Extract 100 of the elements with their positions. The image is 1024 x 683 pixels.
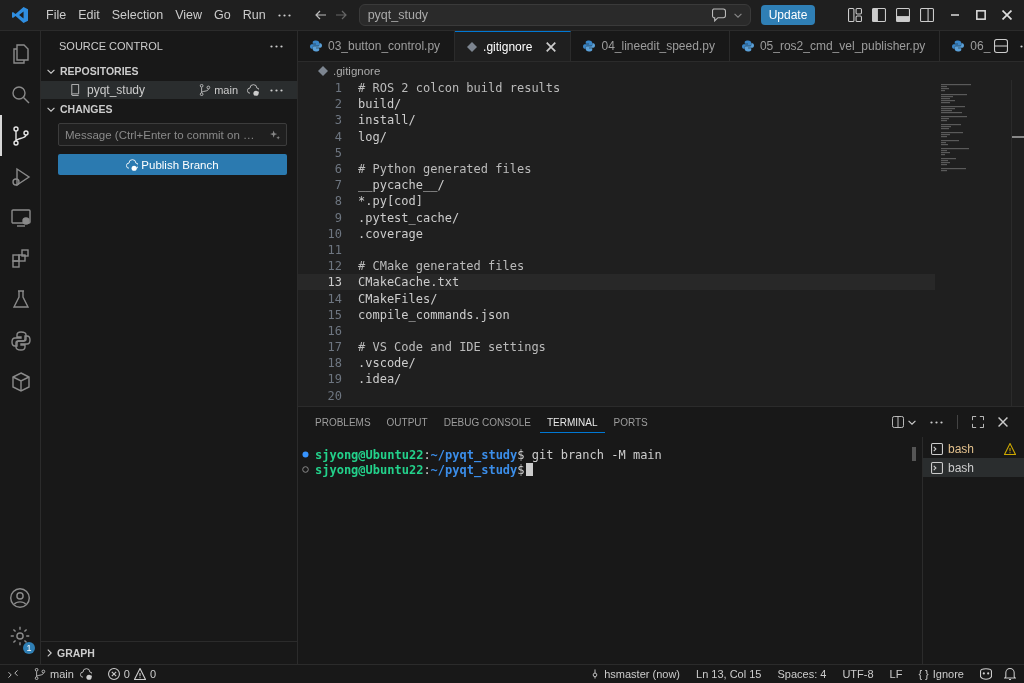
line-number: 5 [333,145,342,160]
branch-icon [34,668,46,680]
python-file-icon [310,40,322,52]
copilot-icon[interactable] [980,668,992,680]
terminal-line: sjyong@Ubuntu22:~/pyqt_study$ git branch -M main [315,447,662,462]
panel-tab[interactable]: PROBLEMS [308,411,378,433]
warning-icon [1004,442,1016,455]
split-terminal-icon[interactable] [892,416,904,428]
toggle-sidebar-icon[interactable] [872,8,886,22]
toggle-secondary-sidebar-icon[interactable] [920,8,934,22]
more-icon[interactable] [270,88,283,92]
python-file-icon [583,40,596,52]
terminal-instance[interactable]: bash [923,439,1024,458]
line-number: 2 [333,97,342,112]
menu-item[interactable]: Selection [105,8,170,22]
chevron-right-icon[interactable] [47,649,52,657]
account-icon[interactable] [10,588,30,608]
code-line: CMakeCache.txt [358,275,460,290]
menu-item[interactable]: Run [236,8,272,22]
problems-status[interactable]: 0 0 [107,668,157,680]
more-icon[interactable] [930,420,943,424]
command-success-dot[interactable] [302,451,309,458]
code-line: build/ [358,97,402,112]
menu-item[interactable]: View [169,8,208,22]
maximize-icon[interactable] [976,10,986,20]
minimize-icon[interactable] [950,14,960,16]
code-line: compile_commands.json [358,307,510,322]
breadcrumb[interactable]: .gitignore [298,62,385,80]
repository-row[interactable]: pyqt_study main [41,81,297,99]
diamond-file-icon [467,41,478,52]
status-item[interactable]: { } Ignore [918,668,964,680]
commit-message-field[interactable]: Message (Ctrl+Enter to commit on … [58,123,287,146]
maximize-panel-icon[interactable] [972,416,984,428]
more-icon[interactable] [277,13,291,17]
branch-status[interactable]: main [34,668,74,680]
editor-tab[interactable]: 06_ [940,31,995,61]
panel-tab[interactable]: OUTPUT [379,411,435,433]
cloud-upload-icon[interactable] [79,668,92,680]
extensions-icon[interactable] [11,248,31,269]
flask-icon[interactable] [11,289,31,310]
code-line: # VS Code and IDE settings [358,340,546,355]
publish-branch-button[interactable]: Publish Branch [58,154,287,175]
menu-item[interactable]: Go [208,8,237,22]
source-control-icon[interactable] [11,125,31,146]
toggle-panel-icon[interactable] [896,8,910,22]
forward-arrow-icon[interactable] [334,9,347,21]
line-number: 18 [326,356,342,371]
update-button[interactable]: Update [760,5,816,25]
section-header[interactable]: REPOSITORIES [41,61,297,81]
sparkle-icon[interactable] [270,129,280,140]
warning-icon [133,668,146,680]
menu-item[interactable]: File [40,8,73,22]
command-center-field[interactable]: pyqt_study [358,4,751,26]
status-item[interactable]: LF [889,668,903,680]
code-line: __pycache__/ [358,178,445,193]
line-number: 14 [326,291,342,306]
status-item[interactable]: Spaces: 4 [777,668,827,680]
status-item[interactable]: UTF-8 [842,668,874,680]
line-number: 13 [326,275,342,290]
python-icon[interactable] [11,330,31,351]
status-item[interactable]: Ln 13, Col 15 [696,668,762,680]
editor-tab[interactable]: 05_ros2_cmd_vel_publisher.py [729,31,941,61]
chevron-down-icon[interactable] [908,419,916,425]
line-number: 4 [333,129,342,144]
close-icon[interactable] [1002,10,1012,20]
bell-icon[interactable] [1004,668,1016,680]
cube-icon[interactable] [11,371,31,392]
section-header[interactable]: CHANGES [41,99,297,119]
command-pending-dot[interactable] [302,466,309,473]
close-icon[interactable] [546,41,557,52]
cloud-upload-icon[interactable] [247,84,259,96]
line-number: 6 [333,162,342,177]
panel-tab[interactable]: PORTS [606,411,655,433]
more-icon[interactable] [270,44,283,48]
code-line: .idea/ [358,372,402,387]
chevron-down-icon[interactable] [47,68,55,74]
scrollbar-track[interactable] [1011,80,1024,406]
terminal-instance[interactable]: bash [923,458,1024,477]
notification-badge: 1 [23,642,35,654]
remote-icon[interactable] [8,669,18,679]
settings-icon[interactable] [10,626,30,646]
chevron-down-icon[interactable] [47,106,55,112]
panel-tab[interactable]: DEBUG CONSOLE [436,411,538,433]
back-arrow-icon[interactable] [314,9,327,21]
search-icon[interactable] [11,84,31,105]
app-logo-icon[interactable] [12,7,28,23]
editor-tab[interactable]: 04_lineedit_speed.py [571,31,730,61]
status-item[interactable]: hsmaster (now) [590,668,680,680]
layout-icon[interactable] [848,8,862,22]
repo-icon [69,84,81,96]
split-editor-icon[interactable] [994,39,1009,53]
panel-tab[interactable]: TERMINAL [539,411,605,433]
run-debug-icon[interactable] [11,166,31,187]
files-icon[interactable] [11,43,31,64]
close-icon[interactable] [998,417,1008,427]
menu-item[interactable]: Edit [72,8,106,22]
chat-icon[interactable] [711,8,726,22]
line-number: 12 [326,259,342,274]
remote-explorer-icon[interactable] [11,207,31,228]
editor-tab[interactable]: .gitignore [455,31,572,61]
